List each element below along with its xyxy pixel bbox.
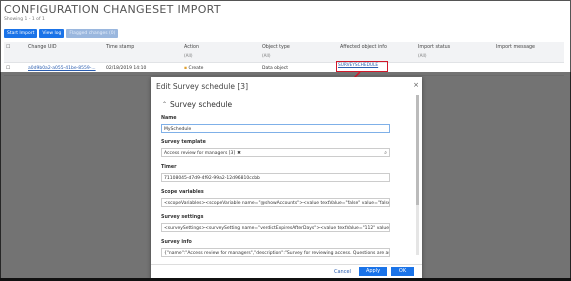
dialog-scrollbar[interactable] — [416, 95, 419, 255]
close-icon[interactable]: × — [413, 81, 419, 89]
remove-icon[interactable]: ✖ — [237, 151, 241, 156]
survey-template-value: Access review for managers [3] — [164, 151, 236, 156]
ok-button[interactable]: OK — [391, 267, 414, 276]
survey-info-label: Survey info — [161, 240, 192, 245]
timer-label: Timer — [161, 165, 177, 170]
name-label: Name — [161, 116, 177, 121]
survey-template-field[interactable]: Access review for managers [3] ✖ ⌕ — [161, 148, 390, 157]
chevron-up-icon[interactable]: ⌃ — [162, 101, 167, 108]
scope-variables-field[interactable]: <scopeVariables><scopeVariable name="@sh… — [161, 198, 390, 207]
section-header[interactable]: ⌃ Survey schedule — [162, 100, 232, 109]
dialog-footer: Cancel Apply OK — [151, 264, 422, 279]
timer-field[interactable]: 71108045-d7d9-4f92-99a2-12d96810ccbb — [161, 173, 390, 182]
survey-info-field[interactable]: {"name":"Access review for managers","de… — [161, 248, 390, 257]
apply-button[interactable]: Apply — [359, 267, 387, 276]
survey-settings-field[interactable]: <surveySettings><surveySetting name="ver… — [161, 223, 390, 232]
scrollbar-thumb[interactable] — [416, 95, 419, 205]
scope-variables-label: Scope variables — [161, 190, 204, 195]
dialog-title: Edit Survey schedule [3] — [156, 82, 248, 91]
survey-template-label: Survey template — [161, 140, 206, 145]
name-field[interactable]: MySchedule — [161, 124, 390, 133]
cancel-button[interactable]: Cancel — [334, 269, 351, 275]
survey-settings-label: Survey settings — [161, 215, 204, 220]
edit-survey-schedule-dialog: Edit Survey schedule [3] × ⌃ Survey sche… — [151, 77, 422, 279]
section-title: Survey schedule — [170, 100, 233, 109]
search-icon[interactable]: ⌕ — [384, 149, 387, 156]
